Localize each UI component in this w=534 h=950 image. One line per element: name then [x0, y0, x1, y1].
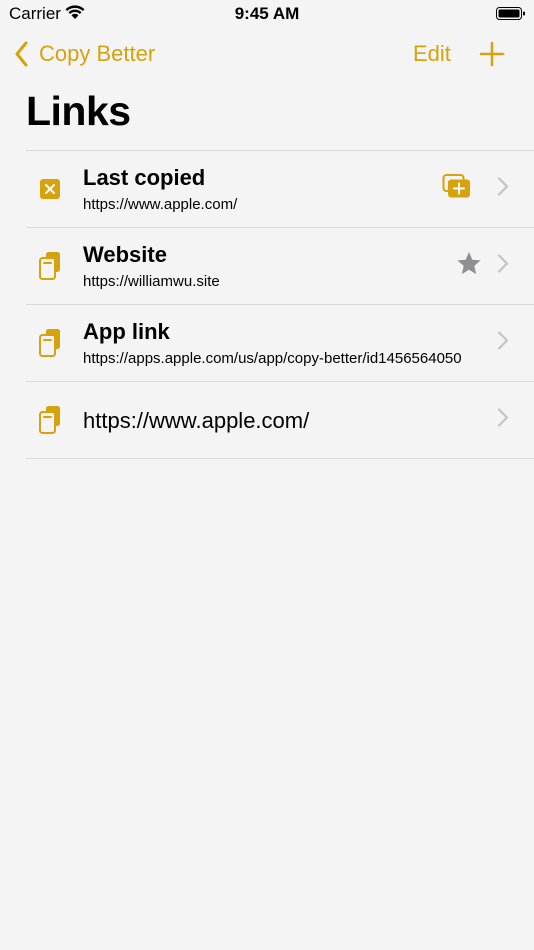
clipboard-icon[interactable]	[38, 328, 62, 358]
list-item-website[interactable]: Website https://williamwu.site	[26, 228, 534, 305]
list-item-url: https://www.apple.com/	[83, 408, 310, 433]
list-item-title: App link	[83, 319, 170, 344]
back-button-label: Copy Better	[39, 41, 156, 66]
links-list: Last copied https://www.apple.com/ Websi…	[26, 150, 534, 459]
navigation-bar: Copy Better Edit	[0, 36, 534, 76]
clipboard-icon[interactable]	[38, 405, 62, 435]
list-item-apple-url[interactable]: https://www.apple.com/	[26, 382, 534, 459]
list-item-url: https://apps.apple.com/us/app/copy-bette…	[83, 350, 462, 367]
list-item-app-link[interactable]: App link https://apps.apple.com/us/app/c…	[26, 305, 534, 382]
add-button[interactable]	[478, 40, 506, 73]
chevron-right-icon	[497, 408, 509, 433]
list-item-title: Last copied	[83, 165, 206, 190]
clear-clipboard-icon[interactable]	[38, 174, 62, 204]
status-bar: Carrier 9:45 AM	[0, 0, 534, 28]
edit-button[interactable]: Edit	[413, 36, 451, 72]
list-item-url: https://www.apple.com/	[83, 196, 238, 213]
back-button[interactable]: Copy Better	[14, 36, 155, 72]
battery-icon	[496, 6, 526, 27]
list-item-url: https://williamwu.site	[83, 273, 220, 290]
clipboard-icon[interactable]	[38, 251, 62, 281]
chevron-right-icon	[497, 177, 509, 202]
paste-add-icon[interactable]	[442, 174, 472, 205]
star-icon[interactable]	[456, 251, 482, 282]
chevron-right-icon	[497, 254, 509, 279]
plus-icon	[479, 41, 505, 67]
page-title: Links	[26, 88, 131, 134]
clock-label: 9:45 AM	[234, 4, 300, 23]
list-item-title: Website	[83, 242, 167, 267]
chevron-right-icon	[497, 331, 509, 356]
chevron-left-icon	[15, 41, 28, 67]
list-item-last-copied[interactable]: Last copied https://www.apple.com/	[26, 151, 534, 228]
